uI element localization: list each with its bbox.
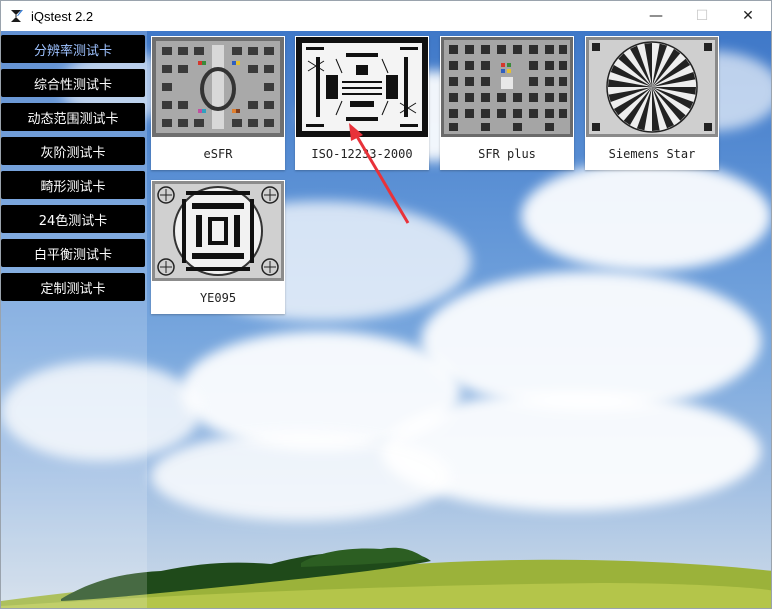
test-chart-card-sfr-plus[interactable]: SFR plus	[440, 36, 574, 170]
card-label: eSFR	[203, 146, 233, 161]
sidebar-item-grayscale[interactable]: 灰阶测试卡	[1, 137, 145, 165]
ye095-chart-thumbnail	[152, 181, 284, 281]
app-logo-icon	[11, 10, 23, 22]
sidebar-item-white-balance[interactable]: 白平衡测试卡	[1, 239, 145, 267]
card-label: Siemens Star	[608, 146, 696, 161]
sfr-plus-chart-thumbnail	[441, 37, 573, 137]
sidebar-item-resolution[interactable]: 分辨率测试卡	[1, 35, 145, 63]
maximize-button[interactable]: ☐	[679, 1, 725, 31]
sidebar-item-comprehensive[interactable]: 综合性测试卡	[1, 69, 145, 97]
sidebar-nav: 分辨率测试卡 综合性测试卡 动态范围测试卡 灰阶测试卡 畸形测试卡 24色测试卡…	[1, 35, 147, 307]
esfr-chart-thumbnail	[152, 37, 284, 137]
close-button[interactable]: ✕	[725, 1, 771, 31]
test-chart-card-esfr[interactable]: eSFR	[151, 36, 285, 170]
sidebar-item-distortion[interactable]: 畸形测试卡	[1, 171, 145, 199]
title-bar: iQstest 2.2 — ☐ ✕	[1, 1, 771, 31]
test-chart-card-ye095[interactable]: YE095	[151, 180, 285, 314]
window-title: iQstest 2.2	[31, 8, 94, 24]
sidebar-item-dynamic-range[interactable]: 动态范围测试卡	[1, 103, 145, 131]
test-chart-card-siemens-star[interactable]: Siemens Star	[585, 36, 719, 170]
sidebar-item-custom[interactable]: 定制测试卡	[1, 273, 145, 301]
iso-12233-chart-thumbnail	[296, 37, 428, 137]
minimize-button[interactable]: —	[633, 1, 679, 31]
card-label: ISO-12233-2000	[311, 146, 413, 161]
test-chart-card-iso-12233-2000[interactable]: ISO-12233-2000	[295, 36, 429, 170]
card-label: YE095	[199, 290, 237, 305]
sidebar-item-24-color[interactable]: 24色测试卡	[1, 205, 145, 233]
siemens-star-chart-thumbnail	[586, 37, 718, 137]
card-label: SFR plus	[478, 146, 536, 161]
app-window: iQstest 2.2 — ☐ ✕ 分辨率测试卡 综合性测试卡 动态范围测试卡 …	[0, 0, 772, 609]
